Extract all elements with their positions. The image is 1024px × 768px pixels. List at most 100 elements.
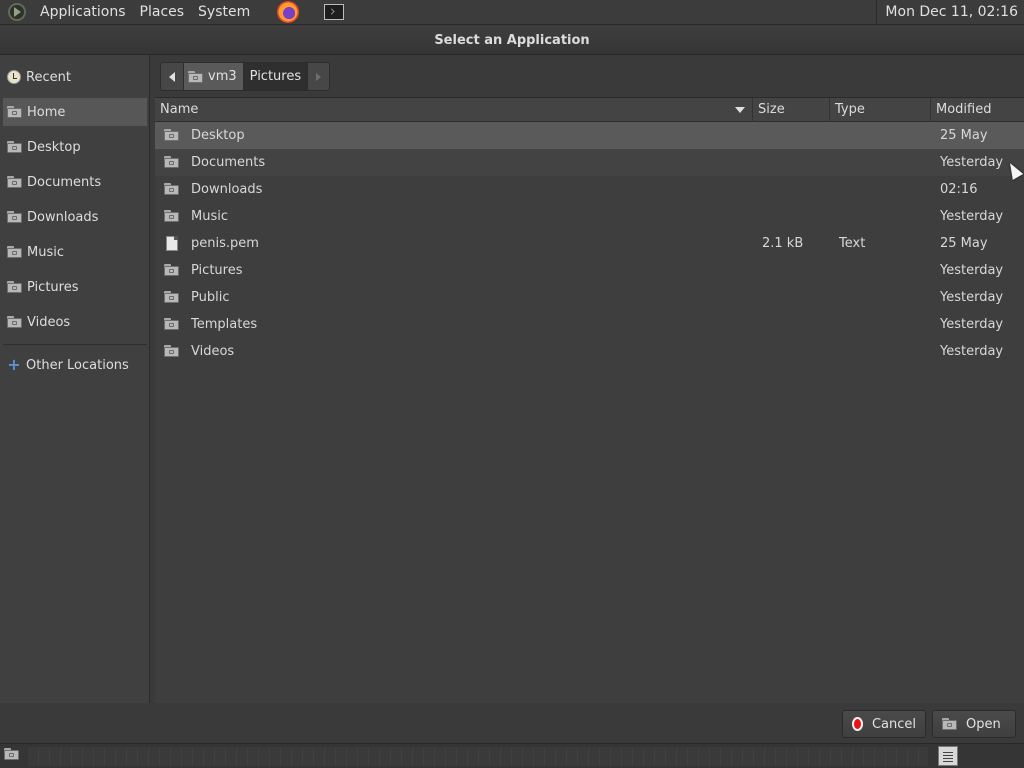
sidebar-item-label: Recent bbox=[26, 69, 71, 85]
cancel-button[interactable]: Cancel bbox=[842, 710, 926, 738]
folder-icon bbox=[7, 211, 22, 223]
sidebar-item-label: Other Locations bbox=[26, 357, 129, 373]
table-row[interactable]: Music Yesterday bbox=[155, 203, 1024, 230]
table-row[interactable]: Templates Yesterday bbox=[155, 311, 1024, 338]
folder-icon bbox=[164, 183, 179, 195]
folder-icon bbox=[164, 291, 179, 303]
file-modified: Yesterday bbox=[940, 209, 1004, 224]
file-modified: Yesterday bbox=[940, 290, 1004, 305]
file-type: Text bbox=[839, 236, 866, 251]
path-home-label: vm3 bbox=[208, 69, 237, 84]
file-modified: Yesterday bbox=[940, 344, 1004, 359]
top-panel: Applications Places System Mon Dec 11, 0… bbox=[0, 0, 1024, 25]
table-row[interactable]: Pictures Yesterday bbox=[155, 257, 1024, 284]
column-header-label: Name bbox=[160, 102, 199, 117]
file-name: Templates bbox=[191, 317, 258, 332]
open-button-label: Open bbox=[966, 716, 1001, 732]
path-back-button[interactable] bbox=[160, 62, 184, 91]
folder-icon bbox=[164, 345, 179, 357]
text-file-icon bbox=[166, 236, 178, 251]
menu-applications[interactable]: Applications bbox=[33, 0, 133, 25]
firefox-launcher[interactable] bbox=[275, 0, 301, 24]
column-header-type[interactable]: Type bbox=[830, 98, 931, 122]
open-folder-icon bbox=[942, 718, 957, 730]
file-name: Downloads bbox=[191, 182, 263, 197]
folder-icon bbox=[7, 141, 22, 153]
path-current-label: Pictures bbox=[249, 69, 302, 84]
column-header-label: Type bbox=[835, 102, 865, 117]
file-list[interactable]: Name Size Type Modified Desktop 25 May D… bbox=[155, 97, 1024, 703]
sidebar-item-pictures[interactable]: Pictures bbox=[3, 273, 147, 301]
recent-icon bbox=[7, 70, 21, 84]
column-header-size[interactable]: Size bbox=[753, 98, 830, 122]
path-current-button[interactable]: Pictures bbox=[243, 62, 309, 91]
folder-icon bbox=[164, 210, 179, 222]
home-folder-icon bbox=[7, 106, 22, 118]
table-row[interactable]: Desktop 25 May bbox=[155, 122, 1024, 149]
cancel-button-label: Cancel bbox=[871, 716, 916, 732]
sidebar-item-other-locations[interactable]: + Other Locations bbox=[3, 351, 147, 379]
column-header-modified[interactable]: Modified bbox=[931, 98, 1024, 122]
sidebar-item-label: Home bbox=[27, 104, 66, 120]
sidebar-item-documents[interactable]: Documents bbox=[3, 168, 147, 196]
menu-places[interactable]: Places bbox=[133, 0, 192, 25]
folder-icon bbox=[7, 176, 22, 188]
file-modified: 02:16 bbox=[940, 182, 978, 197]
path-forward-button[interactable] bbox=[308, 62, 331, 91]
list-header: Name Size Type Modified bbox=[155, 98, 1024, 122]
table-row[interactable]: Documents Yesterday bbox=[155, 149, 1024, 176]
file-name: Documents bbox=[191, 155, 266, 170]
chevron-right-icon bbox=[316, 72, 322, 81]
column-header-name[interactable]: Name bbox=[155, 98, 753, 122]
sidebar-item-recent[interactable]: Recent bbox=[3, 63, 147, 91]
window-list[interactable] bbox=[28, 747, 928, 766]
home-folder-icon bbox=[188, 70, 203, 83]
sidebar-item-videos[interactable]: Videos bbox=[3, 308, 147, 336]
folder-icon bbox=[7, 246, 22, 258]
terminal-launcher[interactable] bbox=[321, 0, 347, 24]
sidebar-item-downloads[interactable]: Downloads bbox=[3, 203, 147, 231]
file-name: Videos bbox=[191, 344, 235, 359]
sidebar-item-label: Music bbox=[27, 244, 64, 260]
firefox-icon bbox=[277, 1, 300, 23]
file-name: Music bbox=[191, 209, 228, 224]
sidebar-item-home[interactable]: Home bbox=[3, 98, 147, 126]
sidebar-item-label: Desktop bbox=[27, 139, 81, 155]
plus-icon: + bbox=[7, 355, 21, 374]
distro-logo-icon[interactable] bbox=[7, 2, 27, 22]
show-desktop-icon[interactable] bbox=[4, 748, 19, 760]
table-row[interactable]: Public Yesterday bbox=[155, 284, 1024, 311]
file-modified: 25 May bbox=[940, 128, 988, 143]
open-button[interactable]: Open bbox=[932, 710, 1016, 738]
sidebar-item-label: Downloads bbox=[27, 209, 99, 225]
file-name: Public bbox=[191, 290, 230, 305]
table-row[interactable]: penis.pem 2.1 kB Text 25 May bbox=[155, 230, 1024, 257]
file-modified: Yesterday bbox=[940, 263, 1004, 278]
column-header-label: Modified bbox=[936, 102, 992, 117]
table-row[interactable]: Downloads 02:16 bbox=[155, 176, 1024, 203]
folder-icon bbox=[7, 316, 22, 328]
sort-descending-icon bbox=[735, 107, 745, 113]
notes-icon[interactable] bbox=[938, 746, 958, 766]
menu-system[interactable]: System bbox=[191, 0, 257, 25]
sidebar-item-music[interactable]: Music bbox=[3, 238, 147, 266]
file-size: 2.1 kB bbox=[762, 236, 804, 251]
sidebar-item-label: Videos bbox=[27, 314, 71, 330]
sidebar-item-label: Documents bbox=[27, 174, 102, 190]
path-home-button[interactable]: vm3 bbox=[184, 62, 244, 91]
table-row[interactable]: Videos Yesterday bbox=[155, 338, 1024, 365]
path-bar: vm3 Pictures bbox=[160, 62, 331, 91]
sidebar-item-desktop[interactable]: Desktop bbox=[3, 133, 147, 161]
chevron-left-icon bbox=[169, 71, 175, 82]
terminal-icon bbox=[324, 4, 345, 20]
stop-icon bbox=[852, 717, 863, 731]
clock[interactable]: Mon Dec 11, 02:16 bbox=[876, 0, 1024, 25]
file-modified: Yesterday bbox=[940, 317, 1004, 332]
file-name: Desktop bbox=[191, 128, 245, 143]
file-name: penis.pem bbox=[191, 236, 259, 251]
sidebar-divider bbox=[3, 344, 147, 345]
file-modified: Yesterday bbox=[940, 155, 1004, 170]
bottom-panel bbox=[0, 743, 1024, 768]
file-name: Pictures bbox=[191, 263, 243, 278]
folder-icon bbox=[164, 264, 179, 276]
